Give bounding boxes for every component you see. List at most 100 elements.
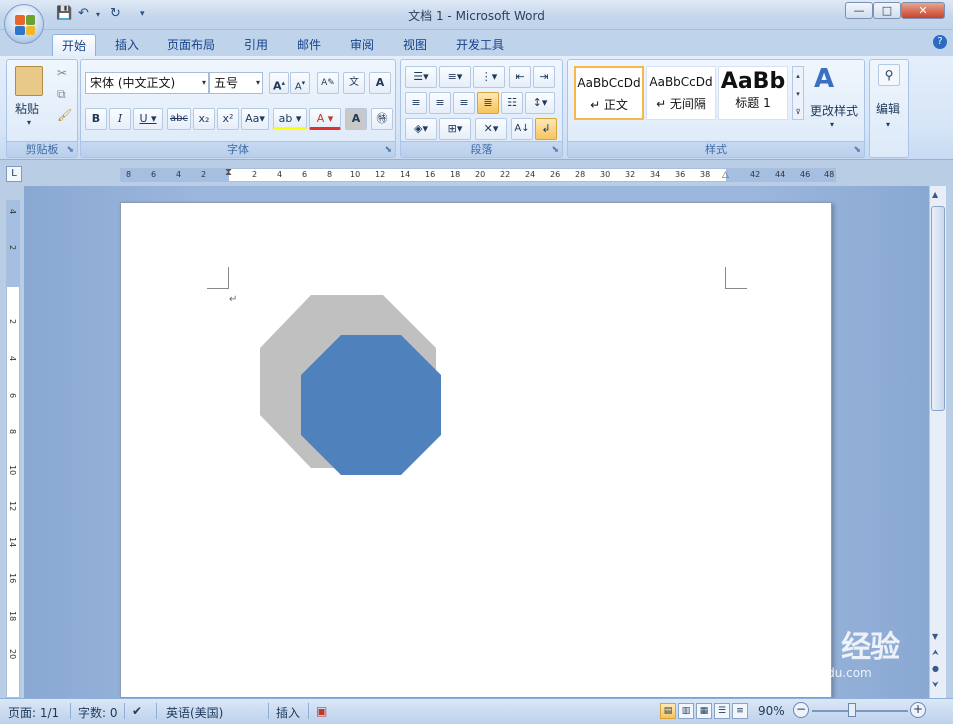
select-browse-object-icon[interactable]: ● xyxy=(932,664,939,673)
outline-view-icon[interactable]: ☰ xyxy=(714,703,730,719)
enclose-characters-icon[interactable]: ㊕ xyxy=(371,108,393,130)
bold-button[interactable]: B xyxy=(85,108,107,130)
binoculars-icon[interactable]: ⚲ xyxy=(878,64,900,86)
tab-selector[interactable]: L xyxy=(6,166,22,182)
minimize-button[interactable]: — xyxy=(845,2,873,19)
scroll-down-icon[interactable]: ▼ xyxy=(932,632,938,641)
paste-dropdown-icon[interactable]: ▾ xyxy=(27,118,31,127)
octagon-shape-blue[interactable] xyxy=(301,335,441,475)
print-layout-view-icon[interactable]: ▤ xyxy=(660,703,676,719)
font-launcher-icon[interactable]: ⬊ xyxy=(384,145,392,155)
scroll-up-icon[interactable]: ▲ xyxy=(932,190,938,199)
web-layout-icon[interactable]: ▦ xyxy=(696,703,712,719)
zoom-slider[interactable] xyxy=(812,710,908,712)
align-right-icon[interactable]: ≡ xyxy=(453,92,475,114)
right-indent-marker-icon[interactable]: △ xyxy=(722,170,729,180)
clipboard-launcher-icon[interactable]: ⬊ xyxy=(66,145,74,155)
office-button[interactable] xyxy=(4,4,44,44)
zoom-level[interactable]: 90% xyxy=(758,704,785,718)
show-marks-icon[interactable]: ↲ xyxy=(535,118,557,140)
decrease-indent-icon[interactable]: ⇤ xyxy=(509,66,531,88)
editing-dropdown-icon[interactable]: ▾ xyxy=(886,120,890,129)
document-page[interactable]: ↵ xyxy=(120,202,832,698)
style-no-spacing[interactable]: AaBbCcDd ↵ 无间隔 xyxy=(646,66,716,120)
shrink-font-button[interactable]: A▾ xyxy=(290,72,310,94)
sort-icon[interactable]: A↓ xyxy=(511,118,533,140)
change-styles-icon[interactable]: A xyxy=(814,64,834,94)
vertical-ruler[interactable]: 4 2 2 4 6 8 10 12 14 16 18 20 xyxy=(6,200,20,698)
draft-view-icon[interactable]: ≡ xyxy=(732,703,748,719)
page-count[interactable]: 页面: 1/1 xyxy=(8,704,59,721)
tab-developer[interactable]: 开发工具 xyxy=(447,34,513,56)
strikethrough-button[interactable]: abc xyxy=(167,108,191,130)
next-page-icon[interactable]: ⮟ xyxy=(932,680,939,690)
maximize-button[interactable]: □ xyxy=(873,2,901,19)
horizontal-ruler[interactable]: 8 6 4 2 2 4 6 8 10 12 14 16 18 20 22 24 … xyxy=(120,167,836,182)
borders-icon[interactable]: ⊞▾ xyxy=(439,118,471,140)
ruler-tick: 22 xyxy=(500,170,511,179)
format-painter-icon[interactable]: 🖌 xyxy=(57,108,72,122)
vertical-scrollbar[interactable]: ▲ ▼ ⮝ ● ⮟ xyxy=(929,186,946,698)
change-styles-dropdown-icon[interactable]: ▾ xyxy=(830,120,834,129)
insert-mode[interactable]: 插入 xyxy=(276,704,300,721)
help-icon[interactable]: ? xyxy=(933,35,947,49)
proofing-icon[interactable]: ✔ xyxy=(132,704,142,718)
style-normal[interactable]: AaBbCcDd ↵ 正文 xyxy=(574,66,644,120)
justify-icon[interactable]: ≣ xyxy=(477,92,499,114)
font-name-dropdown-icon[interactable]: ▾ xyxy=(202,73,206,93)
tab-view[interactable]: 视图 xyxy=(394,34,436,56)
align-center-icon[interactable]: ≡ xyxy=(429,92,451,114)
previous-page-icon[interactable]: ⮝ xyxy=(932,648,939,658)
character-border-icon[interactable]: A xyxy=(369,72,391,94)
tab-review[interactable]: 审阅 xyxy=(341,34,383,56)
indent-marker-icon[interactable]: ⧗ xyxy=(225,167,232,178)
zoom-slider-handle[interactable] xyxy=(848,703,856,717)
paste-icon[interactable] xyxy=(15,66,43,96)
tab-mailings[interactable]: 邮件 xyxy=(288,34,330,56)
increase-indent-icon[interactable]: ⇥ xyxy=(533,66,555,88)
cut-icon[interactable]: ✂ xyxy=(57,66,67,80)
scroll-thumb[interactable] xyxy=(931,206,945,411)
font-size-combo[interactable]: 五号 ▾ xyxy=(209,72,263,94)
change-styles-button[interactable]: 更改样式 xyxy=(810,102,858,119)
highlight-icon[interactable]: ab ▾ xyxy=(273,108,307,130)
paste-button[interactable]: 粘贴 xyxy=(15,100,39,117)
asian-layout-icon[interactable]: ✕▾ xyxy=(475,118,507,140)
grow-font-button[interactable]: A▴ xyxy=(269,72,289,94)
superscript-button[interactable]: x² xyxy=(217,108,239,130)
full-screen-reading-icon[interactable]: ▥ xyxy=(678,703,694,719)
italic-button[interactable]: I xyxy=(109,108,131,130)
change-case-button[interactable]: Aa▾ xyxy=(241,108,269,130)
style-heading-1[interactable]: AaBb 标题 1 xyxy=(718,66,788,120)
distributed-icon[interactable]: ☷ xyxy=(501,92,523,114)
shading-icon[interactable]: ◈▾ xyxy=(405,118,437,140)
tab-references[interactable]: 引用 xyxy=(235,34,277,56)
character-shading-icon[interactable]: A xyxy=(345,108,367,130)
zoom-out-button[interactable]: − xyxy=(793,702,809,718)
font-size-dropdown-icon[interactable]: ▾ xyxy=(256,73,260,93)
line-spacing-icon[interactable]: ↕▾ xyxy=(525,92,555,114)
styles-launcher-icon[interactable]: ⬊ xyxy=(853,145,861,155)
paragraph-launcher-icon[interactable]: ⬊ xyxy=(551,145,559,155)
close-button[interactable]: ✕ xyxy=(901,2,945,19)
numbering-icon[interactable]: ≡▾ xyxy=(439,66,471,88)
styles-scroll[interactable]: ▴ ▾ ⊽ xyxy=(792,66,804,120)
copy-icon[interactable]: ⧉ xyxy=(57,87,66,102)
editing-button[interactable]: 编辑 xyxy=(876,100,900,117)
tab-insert[interactable]: 插入 xyxy=(106,34,148,56)
font-name-combo[interactable]: 宋体 (中文正文) ▾ xyxy=(85,72,209,94)
font-color-icon[interactable]: A ▾ xyxy=(309,108,341,130)
macro-record-icon[interactable]: ▣ xyxy=(316,704,327,718)
word-count[interactable]: 字数: 0 xyxy=(78,704,118,721)
tab-home[interactable]: 开始 xyxy=(52,34,97,56)
tab-page-layout[interactable]: 页面布局 xyxy=(158,34,224,56)
language-indicator[interactable]: 英语(美国) xyxy=(166,704,223,721)
subscript-button[interactable]: x₂ xyxy=(193,108,215,130)
align-left-icon[interactable]: ≡ xyxy=(405,92,427,114)
zoom-in-button[interactable]: + xyxy=(910,702,926,718)
clear-format-icon[interactable]: A✎ xyxy=(317,72,339,94)
underline-button[interactable]: U ▾ xyxy=(133,108,163,130)
phonetic-guide-icon[interactable]: 文 xyxy=(343,72,365,94)
bullets-icon[interactable]: ☰▾ xyxy=(405,66,437,88)
multilevel-list-icon[interactable]: ⋮▾ xyxy=(473,66,505,88)
